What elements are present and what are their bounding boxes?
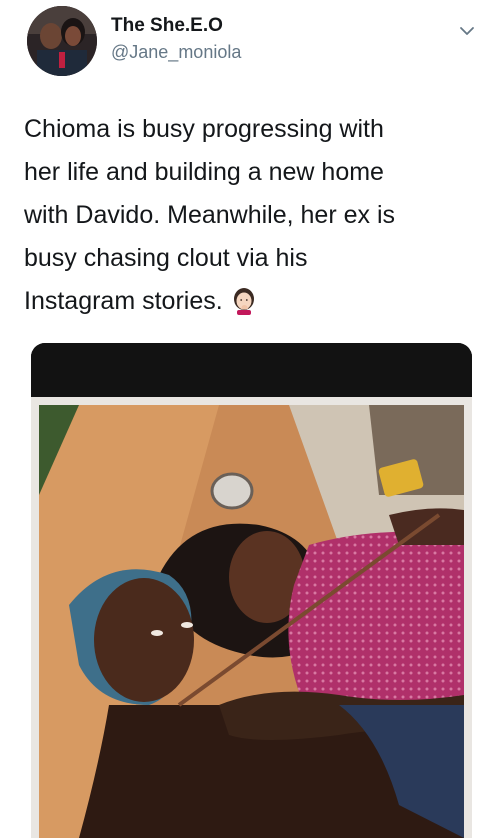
media-top-bar <box>31 343 472 397</box>
tweet-text-line: Instagram stories. <box>24 287 223 315</box>
tweet-photo[interactable] <box>39 405 464 838</box>
chevron-down-icon[interactable] <box>458 22 476 40</box>
tweet-text-line: her life and building a new home <box>24 158 384 186</box>
display-name[interactable]: The She.E.O <box>111 15 223 37</box>
photo-frame <box>31 397 472 838</box>
tweet-text-line: Chioma is busy progressing with <box>24 115 384 143</box>
tweet-text-line: busy chasing clout via his <box>24 244 308 272</box>
face-with-hand-over-mouth-emoji <box>233 288 254 315</box>
tweet-header: The She.E.O @Jane_moniola <box>0 0 498 90</box>
tweet-text-line-last: Instagram stories. <box>24 280 474 323</box>
tweet-text-line: with Davido. Meanwhile, her ex is <box>24 201 395 229</box>
tweet-media[interactable] <box>31 343 472 838</box>
avatar[interactable] <box>27 6 97 76</box>
tweet-text: Chioma is busy progressing with her life… <box>24 108 474 323</box>
user-handle[interactable]: @Jane_moniola <box>111 42 241 63</box>
